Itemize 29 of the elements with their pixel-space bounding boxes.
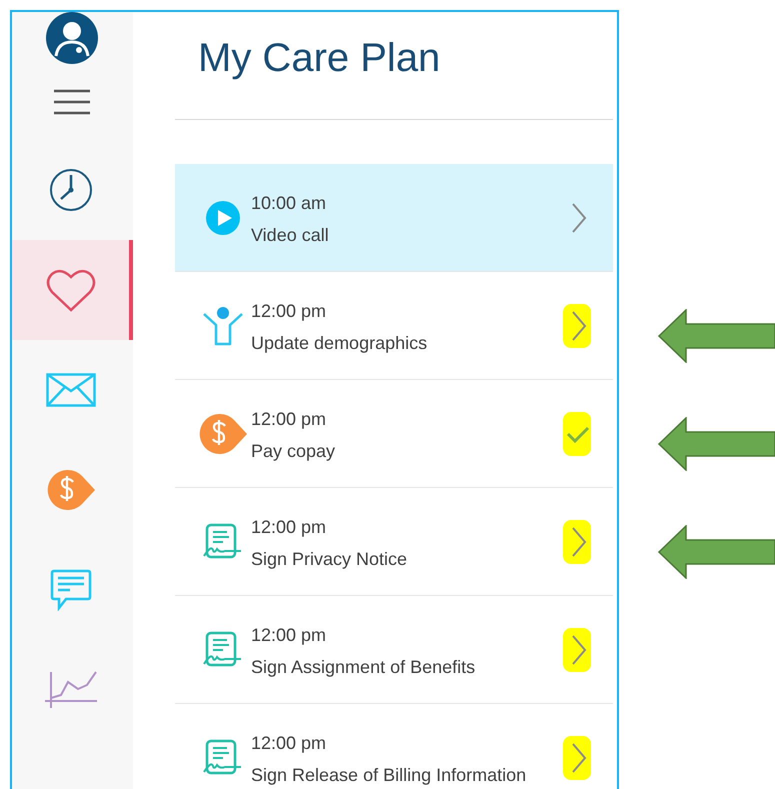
task-time: 12:00 pm: [251, 300, 328, 322]
chat-bubble-icon: [50, 569, 92, 611]
task-title: Sign Assignment of Benefits: [251, 656, 476, 678]
play-icon: [205, 200, 241, 236]
signed-document-icon: [203, 522, 243, 560]
dollar-tag-icon: [46, 469, 96, 511]
task-time: 12:00 pm: [251, 408, 328, 430]
nav-item[interactable]: [12, 240, 133, 340]
task-title: Sign Privacy Notice: [251, 548, 408, 570]
task-time: 12:00 pm: [251, 516, 328, 538]
task-title: Pay copay: [251, 440, 336, 462]
signed-document-icon: [203, 738, 243, 776]
envelope-icon: [46, 373, 96, 407]
task-time: 12:00 pm: [251, 732, 328, 754]
task-time: 12:00 pm: [251, 624, 328, 646]
dollar-tag-icon: [198, 412, 248, 454]
task-title: Update demographics: [251, 332, 428, 354]
clock-icon: [48, 168, 92, 212]
task-row[interactable]: 10:00 am Video call: [175, 164, 613, 272]
page-title: My Care Plan: [198, 35, 442, 82]
person-icon: [202, 306, 244, 346]
avatar-icon[interactable]: [46, 12, 98, 64]
task-time: 10:00 am: [251, 192, 328, 214]
line-chart-icon: [44, 671, 98, 709]
signed-document-icon: [203, 630, 243, 668]
menu-icon[interactable]: [52, 89, 90, 115]
task-title: Sign Release of Billing Information: [251, 764, 528, 786]
task-title: Video call: [251, 224, 330, 246]
heart-icon: [46, 268, 96, 312]
